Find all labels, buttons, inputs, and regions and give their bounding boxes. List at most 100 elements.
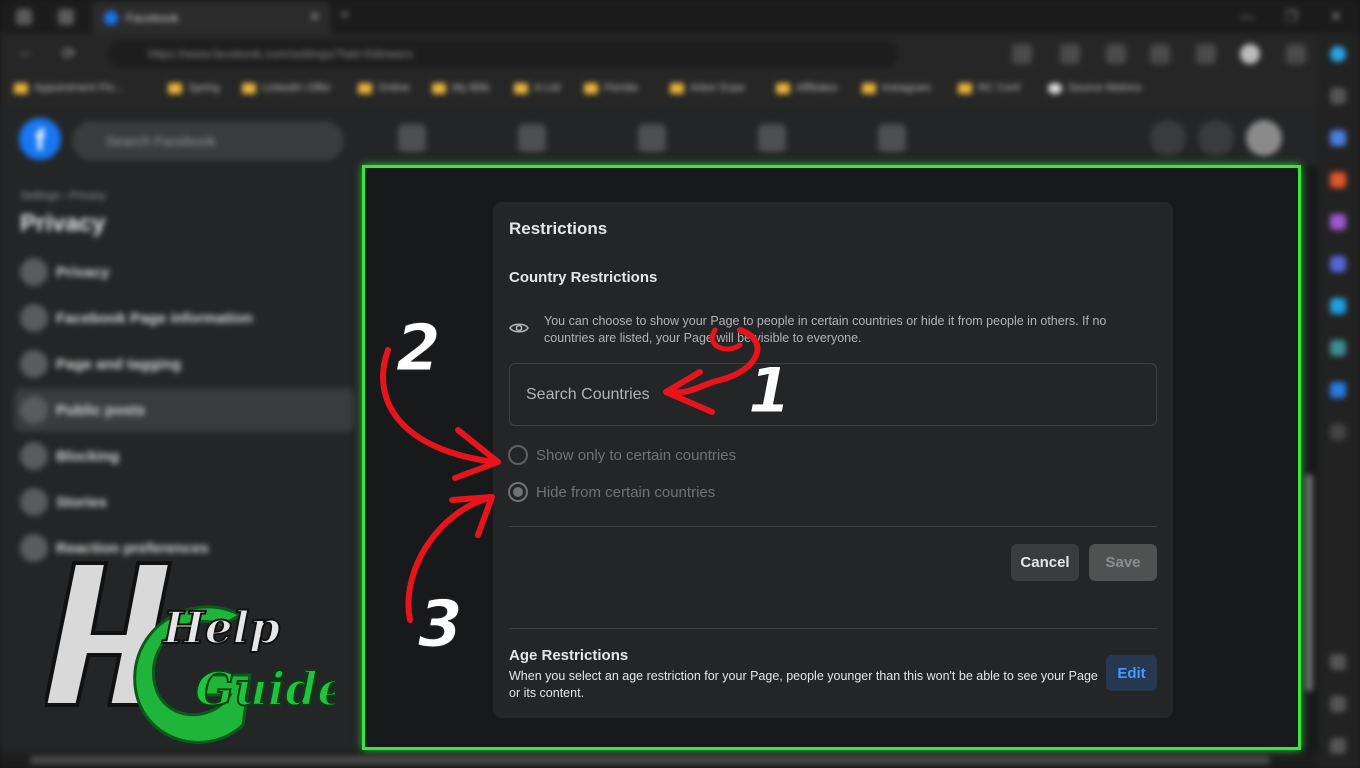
settings-icon[interactable] [1330, 738, 1346, 754]
edge-sidebar [1318, 34, 1360, 768]
sidebar-item-page-information[interactable]: Facebook Page information [14, 296, 354, 340]
globe-icon [20, 396, 48, 424]
folder-icon [514, 82, 528, 94]
add-app-icon[interactable] [1330, 424, 1346, 440]
url-text: https://www.facebook.com/settings/?tab=f… [148, 47, 414, 61]
info-icon [20, 304, 48, 332]
bookmark-item[interactable]: RC Conf [958, 82, 1020, 94]
sidebar-item-stories[interactable]: Stories [14, 480, 354, 524]
divider [509, 526, 1157, 527]
country-restrictions-title: Country Restrictions [509, 269, 658, 286]
sidebar-item-blocking[interactable]: Blocking [14, 434, 354, 478]
facebook-search-input[interactable]: Search Facebook [72, 121, 344, 161]
address-bar: ← ⟳ https://www.facebook.com/settings/?t… [0, 34, 1360, 74]
option-show-only[interactable]: Show only to certain countries [508, 445, 736, 465]
tab-facebook[interactable]: Facebook ✕ [92, 2, 330, 34]
collections-icon[interactable] [1060, 44, 1080, 64]
minimize-icon[interactable]: — [1240, 8, 1254, 24]
facebook-logo-icon[interactable]: f [19, 118, 61, 160]
country-restrictions-info: You can choose to show your Page to peop… [544, 314, 1107, 345]
ads-icon[interactable] [758, 124, 786, 152]
facebook-search-placeholder: Search Facebook [106, 133, 216, 149]
folder-icon [14, 82, 28, 94]
eye-icon [509, 323, 529, 333]
bookmark-item[interactable]: Arbor Expo [670, 82, 745, 94]
bookmark-item[interactable]: Instagram [862, 82, 931, 94]
logo-top-text: Help [161, 603, 280, 654]
hide-sidebar-icon[interactable] [1330, 696, 1346, 712]
folder-icon [168, 82, 182, 94]
stories-icon [20, 488, 48, 516]
sidebar-layout-icon[interactable] [1330, 654, 1346, 670]
sidebar-title: Privacy [20, 210, 106, 237]
bookmark-item[interactable]: Online [358, 82, 410, 94]
copilot-icon[interactable] [1330, 46, 1346, 62]
close-window-icon[interactable]: ✕ [1330, 8, 1342, 25]
folder-icon [432, 82, 446, 94]
favorites-icon[interactable] [1106, 44, 1126, 64]
shield-icon[interactable] [1196, 44, 1216, 64]
save-button[interactable]: Save [1089, 544, 1157, 581]
games-icon[interactable] [1330, 214, 1346, 230]
shield-nav-icon[interactable] [878, 124, 906, 152]
facebook-top-nav: f Search Facebook [0, 106, 1318, 166]
menu-grid-icon[interactable] [1150, 120, 1186, 156]
avatar[interactable] [1246, 120, 1282, 156]
menu-dots-icon[interactable] [1286, 44, 1306, 64]
sidebar-item-tagging[interactable]: Page and tagging [14, 342, 354, 386]
restrictions-card: Restrictions Country Restrictions You ca… [493, 202, 1173, 718]
folder-icon [358, 82, 372, 94]
downloads-icon[interactable] [1150, 44, 1170, 64]
workspaces-icon[interactable] [16, 9, 32, 25]
sidebar-item-privacy[interactable]: Privacy [14, 250, 354, 294]
cancel-button[interactable]: Cancel [1011, 544, 1079, 581]
notifications-icon[interactable] [1198, 120, 1234, 156]
maximize-icon[interactable]: ❐ [1285, 8, 1298, 25]
folder-icon [958, 82, 972, 94]
option-hide-from-label: Hide from certain countries [536, 483, 716, 501]
bookmark-item[interactable]: Appointment Fin... [14, 82, 123, 94]
divider [509, 628, 1157, 629]
refresh-icon[interactable]: ⟳ [62, 44, 75, 64]
app-icon[interactable] [1330, 340, 1346, 356]
bookmark-item[interactable]: Spring [168, 82, 220, 94]
option-hide-from[interactable]: Hide from certain countries [508, 482, 715, 502]
search-countries-input[interactable]: Search Countries [509, 363, 1157, 426]
vertical-scrollbar[interactable] [1305, 474, 1313, 692]
bookmark-item[interactable]: LinkedIn Offer [242, 82, 331, 94]
bookmark-item[interactable]: A-Ltd [514, 82, 560, 94]
profile-avatar-icon[interactable] [1240, 44, 1260, 64]
tools-icon[interactable] [1330, 172, 1346, 188]
marketplace-icon[interactable] [638, 124, 666, 152]
bookmark-item[interactable]: My Bills [432, 82, 490, 94]
radio-show-only[interactable] [508, 445, 528, 465]
site-icon [1048, 82, 1062, 94]
tab-bar: Facebook ✕ + — ❐ ✕ [0, 0, 1360, 34]
app-icon[interactable] [1330, 382, 1346, 398]
tab-title: Facebook [126, 11, 179, 25]
folder-icon [670, 82, 684, 94]
office-icon[interactable] [1330, 256, 1346, 272]
back-icon[interactable]: ← [18, 44, 34, 62]
radio-hide-from[interactable] [508, 482, 528, 502]
outlook-icon[interactable] [1330, 298, 1346, 314]
new-tab-button[interactable]: + [340, 7, 349, 25]
home-icon[interactable] [398, 124, 426, 152]
logo-bottom-text: Guider [195, 662, 335, 716]
bookmark-item[interactable]: Affiliates [776, 82, 837, 94]
lock-icon [20, 258, 48, 286]
folder-icon [862, 82, 876, 94]
extension-icon[interactable] [1012, 44, 1032, 64]
bookmark-item[interactable]: Source Metrics [1048, 82, 1141, 94]
tab-close-icon[interactable]: ✕ [309, 9, 320, 25]
search-icon[interactable] [1330, 88, 1346, 104]
reaction-icon [20, 534, 48, 562]
bookmark-item[interactable]: Florida [584, 82, 638, 94]
bookmarks-bar: Appointment Fin... Spring LinkedIn Offer… [0, 74, 1360, 106]
url-field[interactable]: https://www.facebook.com/settings/?tab=f… [108, 40, 898, 68]
tab-actions-icon[interactable] [58, 9, 74, 25]
shopping-icon[interactable] [1330, 130, 1346, 146]
edit-button[interactable]: Edit [1106, 655, 1157, 691]
messages-icon[interactable] [518, 124, 546, 152]
sidebar-item-public-posts[interactable]: Public posts [14, 388, 354, 432]
